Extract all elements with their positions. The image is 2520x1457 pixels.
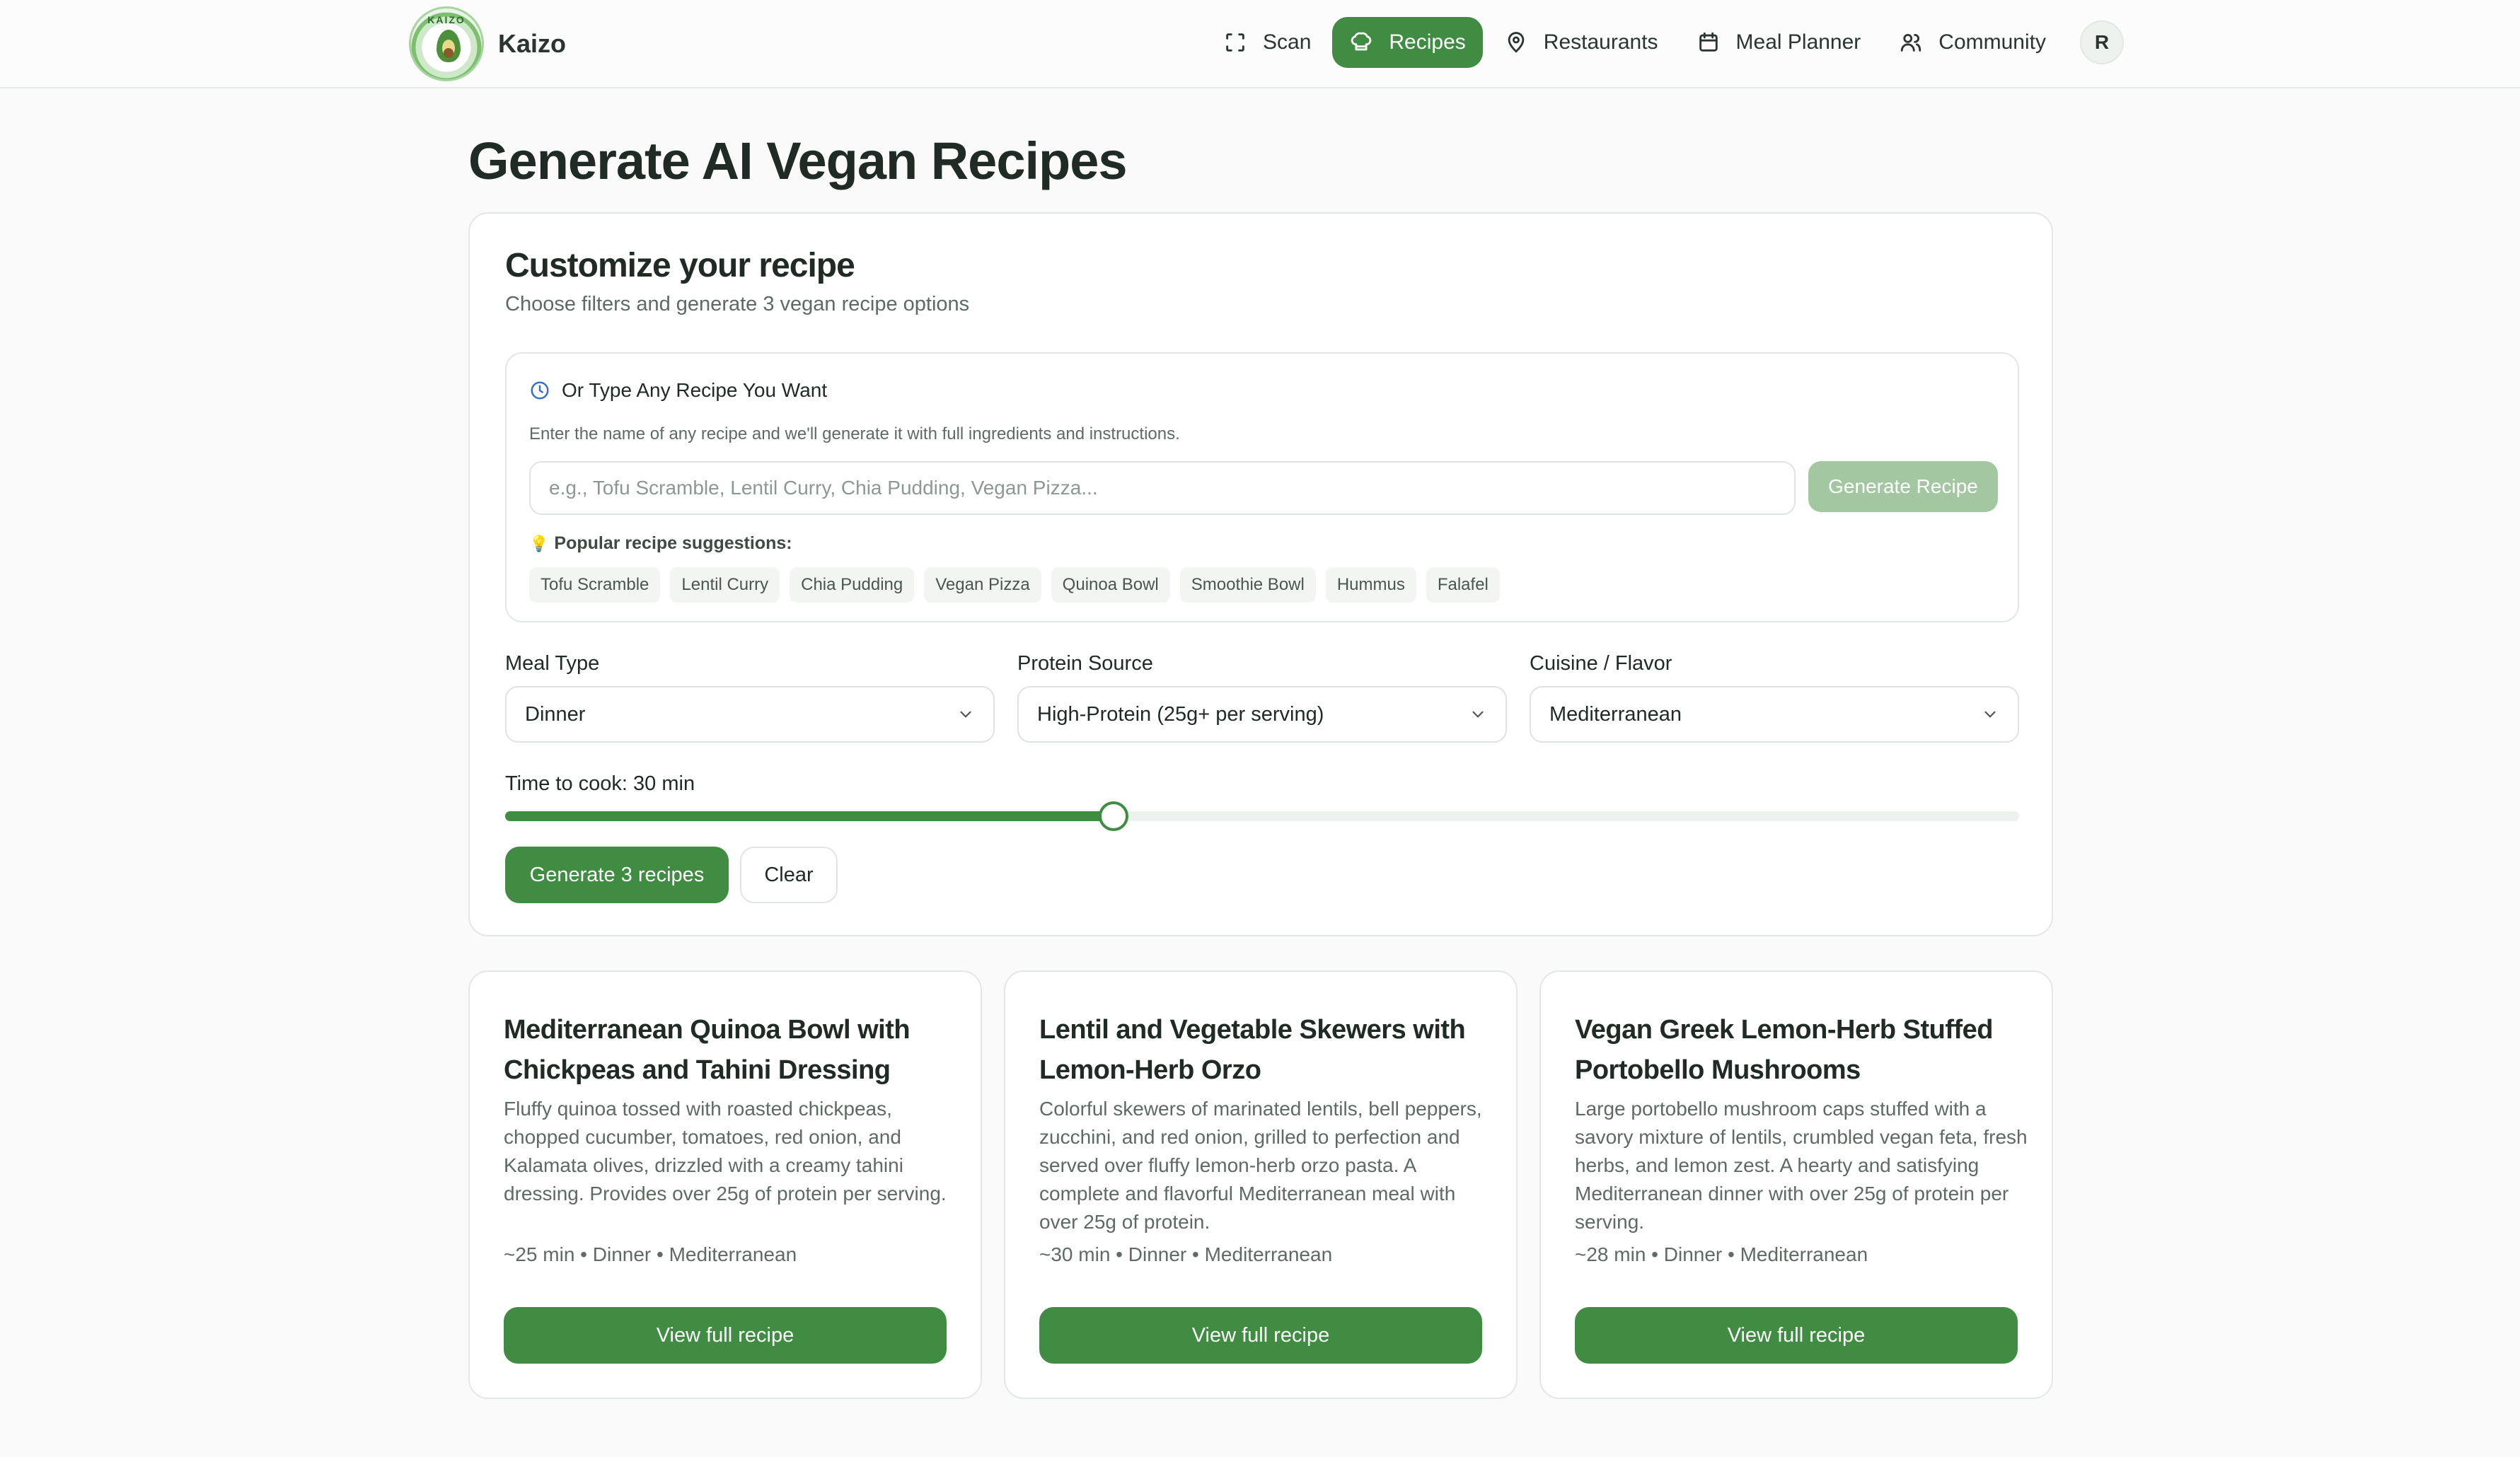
chevron-down-icon [1472, 711, 1484, 718]
cuisine-value: Mediterranean [1549, 702, 1682, 726]
clock-icon [531, 381, 549, 400]
recipe-card: Lentil and Vegetable Skewers with Lemon-… [1004, 970, 1518, 1399]
meal-type-value: Dinner [525, 702, 586, 726]
suggestion-chip-hummus[interactable]: Hummus [1325, 567, 1416, 603]
recipe-card: Vegan Greek Lemon-Herb Stuffed Portobell… [1539, 970, 2053, 1399]
recipe-card: Mediterranean Quinoa Bowl with Chickpeas… [468, 970, 982, 1399]
suggestion-chips: Tofu Scramble Lentil Curry Chia Pudding … [529, 567, 1500, 603]
suggestion-chip-chia-pudding[interactable]: Chia Pudding [790, 567, 915, 603]
kaizo-logo: KAIZO [409, 6, 484, 81]
customize-subtitle: Choose filters and generate 3 vegan reci… [505, 293, 970, 315]
customize-recipe-card: Customize your recipe Choose filters and… [468, 212, 2053, 936]
view-full-recipe-button[interactable]: View full recipe [1039, 1307, 1482, 1364]
scan-icon [1226, 33, 1244, 52]
suggestion-chip-smoothie-bowl[interactable]: Smoothie Bowl [1179, 567, 1316, 603]
cuisine-label: Cuisine / Flavor [1530, 652, 1672, 675]
suggestion-chip-lentil-curry[interactable]: Lentil Curry [670, 567, 780, 603]
nav-item-recipes[interactable]: Recipes [1332, 17, 1483, 68]
cuisine-select[interactable]: Mediterranean [1530, 686, 2019, 743]
suggestion-chip-tofu-scramble[interactable]: Tofu Scramble [529, 567, 661, 603]
page-title: Generate AI Vegan Recipes [468, 132, 1128, 190]
clear-button[interactable]: Clear [740, 847, 838, 903]
customize-title: Customize your recipe [505, 247, 855, 284]
cook-time-slider-fill [505, 811, 1114, 821]
generate-recipe-button[interactable]: Generate Recipe [1808, 461, 1998, 512]
recipe-meta: ~30 min • Dinner • Mediterranean [1039, 1243, 1333, 1265]
suggestions-label-text: Popular recipe suggestions: [554, 533, 792, 553]
lightbulb-icon: 💡 [529, 534, 549, 552]
app-name: Kaizo [498, 29, 567, 58]
suggestion-chip-quinoa-bowl[interactable]: Quinoa Bowl [1051, 567, 1170, 603]
protein-source-label: Protein Source [1017, 652, 1153, 675]
meal-type-label: Meal Type [505, 652, 600, 675]
nav-item-label: Scan [1263, 30, 1312, 54]
users-icon [1901, 33, 1921, 52]
type-any-recipe-box: Or Type Any Recipe You Want Enter the na… [505, 352, 2019, 622]
top-navbar: KAIZO Kaizo Scan Recipes Restaurants Mea… [0, 0, 2520, 88]
recipe-description: Large portobello mushroom caps stuffed w… [1575, 1098, 2028, 1233]
type-any-heading-text: Or Type Any Recipe You Want [562, 379, 828, 401]
chevron-down-icon [960, 711, 971, 718]
avocado-pit [444, 48, 453, 58]
recipe-description: Fluffy quinoa tossed with roasted chickp… [504, 1098, 947, 1205]
protein-source-value: High-Protein (25g+ per serving) [1037, 702, 1324, 726]
nav-item-label: Community [1938, 30, 2046, 54]
suggestion-chip-falafel[interactable]: Falafel [1426, 567, 1500, 603]
recipe-meta: ~28 min • Dinner • Mediterranean [1575, 1243, 1868, 1265]
nav-item-label: Meal Planner [1735, 30, 1861, 54]
suggestion-chip-vegan-pizza[interactable]: Vegan Pizza [924, 567, 1041, 603]
recipe-title: Vegan Greek Lemon-Herb Stuffed Portobell… [1575, 1015, 1994, 1085]
recipe-meta: ~25 min • Dinner • Mediterranean [504, 1243, 797, 1265]
protein-source-select[interactable]: High-Protein (25g+ per serving) [1017, 686, 1507, 743]
brand[interactable]: KAIZO Kaizo [409, 6, 566, 81]
cook-time-slider[interactable] [505, 801, 2019, 831]
nav-item-scan[interactable]: Scan [1206, 17, 1328, 68]
map-pin-icon [1508, 32, 1525, 53]
nav-item-meal-planner[interactable]: Meal Planner [1680, 17, 1878, 68]
nav-item-label: Restaurants [1543, 30, 1658, 54]
recipe-title: Mediterranean Quinoa Bowl with Chickpeas… [504, 1015, 911, 1085]
chef-hat-icon [1351, 32, 1372, 51]
type-any-heading: Or Type Any Recipe You Want [529, 379, 827, 402]
main-nav: Scan Recipes Restaurants Meal Planner Co… [1206, 17, 2124, 68]
logo-text: KAIZO [427, 14, 466, 25]
cook-time-label: Time to cook: 30 min [505, 772, 695, 795]
user-avatar-button[interactable]: R [2080, 21, 2124, 64]
recipe-name-input[interactable] [529, 461, 1796, 515]
recipe-title: Lentil and Vegetable Skewers with Lemon-… [1039, 1015, 1466, 1085]
nav-item-community[interactable]: Community [1882, 17, 2063, 68]
type-any-description: Enter the name of any recipe and we'll g… [529, 424, 1180, 443]
recipe-description: Colorful skewers of marinated lentils, b… [1039, 1098, 1482, 1233]
calendar-icon [1699, 32, 1718, 52]
view-full-recipe-button[interactable]: View full recipe [1575, 1307, 2018, 1364]
cook-time-slider-thumb[interactable] [1099, 801, 1129, 831]
suggestions-label: 💡 Popular recipe suggestions: [529, 533, 792, 554]
nav-item-restaurants[interactable]: Restaurants [1487, 17, 1675, 68]
view-full-recipe-button[interactable]: View full recipe [504, 1307, 947, 1364]
nav-item-label: Recipes [1389, 30, 1466, 54]
meal-type-select[interactable]: Dinner [505, 686, 995, 743]
generate-3-recipes-button[interactable]: Generate 3 recipes [505, 847, 729, 903]
chevron-down-icon [1984, 711, 1996, 718]
